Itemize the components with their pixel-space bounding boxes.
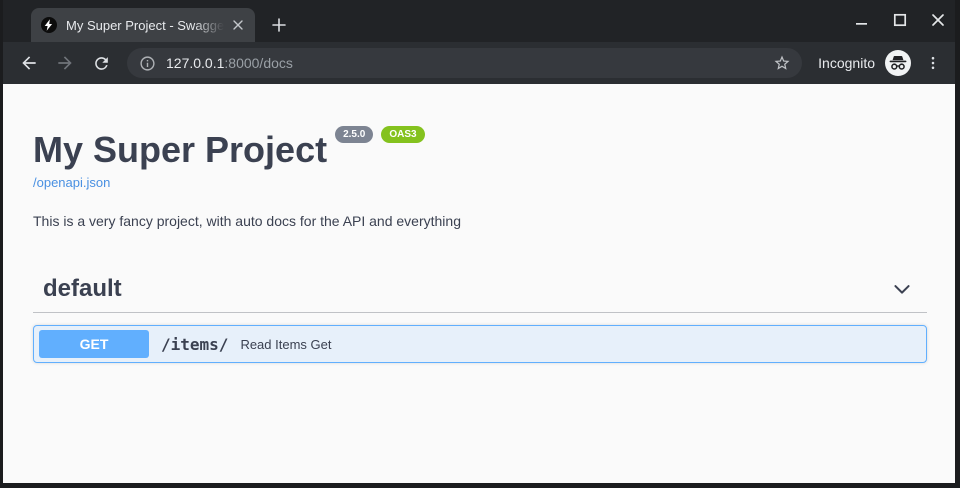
browser-toolbar: 127.0.0.1:8000/docs Incognito bbox=[3, 42, 955, 84]
browser-window: My Super Project - Swagge bbox=[0, 0, 960, 488]
tab-title: My Super Project - Swagge bbox=[66, 18, 229, 33]
url-text[interactable]: 127.0.0.1:8000/docs bbox=[166, 55, 770, 71]
version-badge: 2.5.0 bbox=[335, 126, 373, 143]
forward-icon[interactable] bbox=[51, 49, 79, 77]
window-controls bbox=[853, 0, 947, 40]
url-host: 127.0.0.1 bbox=[166, 55, 224, 71]
page-content: My Super Project2.5.0OAS3 /openapi.json … bbox=[3, 84, 955, 483]
site-info-icon[interactable] bbox=[139, 55, 156, 72]
tag-section-default[interactable]: default bbox=[33, 275, 927, 313]
close-button[interactable] bbox=[929, 11, 947, 29]
reload-icon[interactable] bbox=[87, 49, 115, 77]
incognito-label: Incognito bbox=[818, 55, 875, 71]
bookmark-star-icon[interactable] bbox=[770, 51, 794, 75]
api-description: This is a very fancy project, with auto … bbox=[33, 213, 927, 229]
url-path: :8000/docs bbox=[224, 55, 293, 71]
incognito-icon bbox=[885, 50, 911, 76]
fastapi-favicon-icon bbox=[41, 17, 57, 33]
address-bar[interactable]: 127.0.0.1:8000/docs bbox=[127, 48, 802, 78]
browser-tab[interactable]: My Super Project - Swagge bbox=[31, 8, 255, 42]
minimize-button[interactable] bbox=[853, 11, 871, 29]
page-title: My Super Project2.5.0OAS3 bbox=[33, 130, 927, 170]
tab-close-icon[interactable] bbox=[229, 16, 247, 34]
titlebar: My Super Project - Swagge bbox=[3, 0, 955, 42]
browser-menu-icon[interactable] bbox=[921, 51, 945, 75]
operation-path: /items/ bbox=[161, 335, 228, 354]
oas-badge: OAS3 bbox=[381, 126, 424, 143]
openapi-spec-link[interactable]: /openapi.json bbox=[33, 175, 110, 190]
back-icon[interactable] bbox=[15, 49, 43, 77]
operation-summary: Read Items Get bbox=[240, 337, 331, 352]
tag-name: default bbox=[43, 275, 122, 303]
new-tab-button[interactable] bbox=[265, 11, 293, 39]
api-title-text: My Super Project bbox=[33, 129, 327, 170]
chevron-down-icon[interactable] bbox=[891, 278, 913, 300]
method-badge: GET bbox=[39, 330, 149, 358]
maximize-button[interactable] bbox=[891, 11, 909, 29]
operation-row-get-items[interactable]: GET /items/ Read Items Get bbox=[33, 325, 927, 363]
